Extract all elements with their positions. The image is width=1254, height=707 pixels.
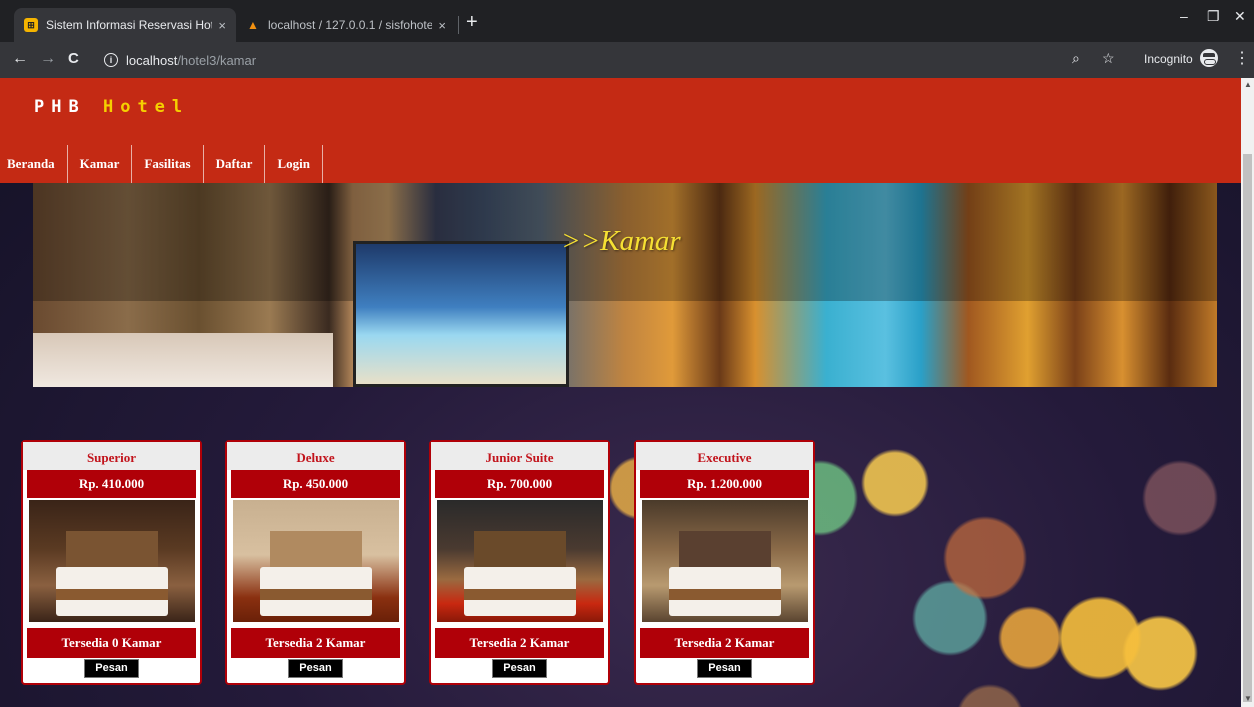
bed	[463, 567, 577, 616]
nav-login[interactable]: Login	[265, 145, 323, 183]
nav-fasilitas[interactable]: Fasilitas	[132, 145, 204, 183]
browser-tabstrip: ⊞ Sistem Informasi Reservasi Hotel × ▲ l…	[0, 0, 1254, 42]
pesan-button[interactable]: Pesan	[288, 659, 343, 678]
room-availability: Tersedia 2 Kamar	[435, 628, 604, 658]
scroll-up-icon[interactable]: ▲	[1244, 80, 1252, 89]
zoom-icon[interactable]: ⌕	[1072, 50, 1080, 67]
nav-kamar[interactable]: Kamar	[68, 145, 133, 183]
window-close-icon[interactable]: ✕	[1234, 8, 1246, 25]
headboard	[269, 530, 363, 572]
site-info-icon[interactable]: i	[104, 53, 118, 67]
logo-text-hotel: Hotel	[102, 97, 190, 117]
room-card-superior: Superior Rp. 410.000 Tersedia 0 Kamar Pe…	[21, 440, 202, 685]
incognito-label: Incognito	[1144, 52, 1193, 66]
vertical-scrollbar[interactable]: ▲ ▼	[1241, 78, 1254, 707]
browser-menu-icon[interactable]: ⋮	[1234, 48, 1250, 68]
hero-banner: >>Kamar	[33, 183, 1217, 387]
tab-separator	[458, 16, 459, 34]
tab-hotel[interactable]: ⊞ Sistem Informasi Reservasi Hotel ×	[14, 8, 236, 42]
room-name: Junior Suite	[431, 442, 608, 470]
pesan-button[interactable]: Pesan	[84, 659, 139, 678]
url-host: localhost	[126, 52, 178, 68]
page-title: >>Kamar	[561, 225, 681, 257]
banner-tv-image	[353, 241, 569, 387]
bookmark-star-icon[interactable]: ☆	[1102, 50, 1115, 67]
room-availability: Tersedia 2 Kamar	[231, 628, 400, 658]
room-price: Rp. 700.000	[435, 470, 604, 498]
address-bar[interactable]: i localhost/hotel3/kamar	[104, 47, 1134, 73]
minimize-icon[interactable]: –	[1180, 8, 1188, 24]
room-photo	[29, 500, 195, 622]
room-photo	[642, 500, 808, 622]
pesan-button[interactable]: Pesan	[492, 659, 547, 678]
forward-icon[interactable]: →	[40, 50, 56, 68]
new-tab-button[interactable]: +	[466, 12, 478, 32]
tab-title: localhost / 127.0.0.1 / sisfohotel /	[268, 18, 433, 32]
bed	[55, 567, 169, 616]
bed	[668, 567, 782, 616]
headboard	[65, 530, 159, 572]
page-viewport: PHB Hotel Beranda Kamar Fasilitas Daftar…	[0, 78, 1254, 707]
reload-icon[interactable]: C	[68, 50, 79, 68]
room-photo	[437, 500, 603, 622]
nav-beranda[interactable]: Beranda	[0, 145, 68, 183]
room-availability: Tersedia 0 Kamar	[27, 628, 196, 658]
nav-daftar[interactable]: Daftar	[204, 145, 266, 183]
main-nav: Beranda Kamar Fasilitas Daftar Login	[0, 145, 323, 183]
url-path: /hotel3/kamar	[177, 52, 257, 68]
room-card-executive: Executive Rp. 1.200.000 Tersedia 2 Kamar…	[634, 440, 815, 685]
room-name: Superior	[23, 442, 200, 470]
bed	[259, 567, 373, 616]
room-name: Executive	[636, 442, 813, 470]
site-logo[interactable]: PHB Hotel	[34, 97, 189, 117]
scroll-thumb[interactable]	[1243, 154, 1252, 702]
tab-close-icon[interactable]: ×	[438, 18, 446, 33]
room-availability: Tersedia 2 Kamar	[640, 628, 809, 658]
headboard	[678, 530, 772, 572]
pesan-button[interactable]: Pesan	[697, 659, 752, 678]
headboard	[473, 530, 567, 572]
tab-phpmyadmin[interactable]: ▲ localhost / 127.0.0.1 / sisfohotel / ×	[236, 8, 456, 42]
room-price: Rp. 1.200.000	[640, 470, 809, 498]
room-card-junior-suite: Junior Suite Rp. 700.000 Tersedia 2 Kama…	[429, 440, 610, 685]
tab-title: Sistem Informasi Reservasi Hotel	[46, 18, 213, 32]
banner-bed-image	[33, 333, 333, 387]
room-price: Rp. 410.000	[27, 470, 196, 498]
scroll-down-icon[interactable]: ▼	[1244, 694, 1252, 703]
room-price: Rp. 450.000	[231, 470, 400, 498]
logo-text-phb: PHB	[34, 97, 86, 117]
hotel-favicon-icon: ⊞	[24, 18, 38, 32]
tab-close-icon[interactable]: ×	[218, 18, 226, 33]
room-card-deluxe: Deluxe Rp. 450.000 Tersedia 2 Kamar Pesa…	[225, 440, 406, 685]
back-icon[interactable]: ←	[12, 50, 28, 68]
incognito-icon	[1200, 49, 1218, 67]
room-name: Deluxe	[227, 442, 404, 470]
room-photo	[233, 500, 399, 622]
site-header: PHB Hotel Beranda Kamar Fasilitas Daftar…	[0, 78, 1241, 183]
restore-icon[interactable]: ❐	[1207, 8, 1220, 25]
phpmyadmin-favicon-icon: ▲	[247, 18, 259, 32]
